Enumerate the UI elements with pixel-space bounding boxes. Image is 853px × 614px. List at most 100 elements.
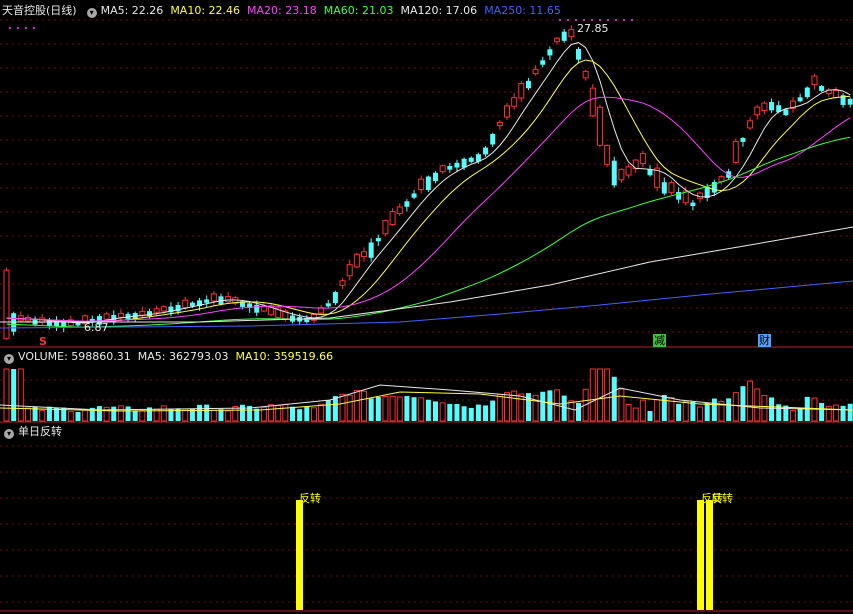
candle-up: [747, 120, 754, 129]
candle-up: [511, 97, 518, 107]
candle-up: [532, 68, 539, 75]
candle-down: [483, 147, 489, 155]
candle-up: [353, 253, 360, 268]
volume-bar-down: [797, 407, 803, 421]
volume-bar-up: [697, 406, 704, 422]
candle-up: [153, 308, 160, 313]
volume-bar-down: [647, 410, 653, 421]
candle-down: [783, 109, 789, 116]
candle-up: [625, 166, 632, 176]
s-marker: S: [39, 335, 47, 348]
candle-down: [447, 166, 453, 170]
volume-bar-up: [268, 404, 275, 422]
candle-up: [568, 29, 575, 38]
candle-up: [639, 152, 646, 165]
candle-down: [819, 85, 825, 91]
candle-down: [332, 292, 338, 304]
candle-up: [596, 106, 603, 146]
volume-label-1: MA5: 362793.03: [137, 350, 229, 363]
candle-up: [225, 296, 232, 303]
volume-bar-down: [704, 402, 710, 421]
volume-bar-up: [625, 404, 632, 422]
volume-bar-down: [847, 403, 853, 421]
volume-bar-down: [461, 406, 467, 421]
volume-bar-down: [711, 398, 717, 421]
candle-up: [668, 182, 675, 193]
signal-dot: [615, 19, 617, 21]
ma-label-3: MA60: 21.03: [323, 4, 394, 17]
volume-bar-down: [111, 406, 117, 421]
candle-down: [561, 31, 567, 41]
volume-bar-up: [361, 390, 367, 422]
signal-bar-0: [296, 500, 303, 610]
candle-down: [525, 80, 531, 89]
candle-up: [589, 87, 596, 117]
candle-up: [496, 121, 503, 127]
candle-up: [210, 293, 217, 302]
candle-down: [547, 49, 553, 56]
signal-bar-1: [697, 500, 704, 610]
candle-down: [254, 304, 260, 313]
high-price-label: 27.85: [577, 22, 609, 35]
volume-label-2: MA10: 359519.66: [235, 350, 334, 363]
candle-up: [518, 83, 525, 99]
ma-label-2: MA20: 23.18: [247, 4, 317, 17]
volume-settings-icon[interactable]: ▾: [4, 354, 14, 364]
candle-up: [811, 75, 818, 86]
volume-bar-down: [454, 404, 460, 421]
volume-bar-up: [160, 405, 167, 422]
volume-bar-down: [425, 399, 431, 421]
volume-bar-up: [339, 393, 346, 422]
volume-bar-down: [304, 406, 310, 421]
volume-bar-down: [540, 391, 546, 421]
volume-bar-down: [475, 404, 481, 421]
candle-up: [418, 178, 425, 191]
volume-bar-down: [611, 376, 617, 421]
volume-bar-up: [654, 399, 661, 422]
ma-label-0: MA5: 22.26: [100, 4, 164, 17]
volume-bar-down: [325, 400, 331, 421]
signal-dot: [583, 19, 585, 21]
ma-label-4: MA120: 17.06: [400, 4, 478, 17]
price-panel-header: 天音控股(日线) ▾ MA5: 22.26 MA10: 22.46 MA20: 23.1…: [0, 3, 568, 19]
candle-up: [832, 89, 839, 98]
volume-bar-down: [290, 406, 295, 421]
cai-marker[interactable]: 财: [758, 334, 771, 347]
volume-bar-down: [490, 400, 496, 421]
indicator-title[interactable]: 单日反转: [18, 425, 62, 438]
candle-down: [769, 102, 775, 111]
candle-up: [504, 105, 510, 118]
candle-up: [618, 168, 625, 181]
candle-up: [117, 312, 124, 318]
volume-bar-up: [632, 407, 639, 422]
volume-bar-down: [197, 404, 203, 421]
volume-bar-up: [82, 409, 89, 422]
candle-up: [182, 299, 189, 309]
volume-bar-down: [447, 403, 453, 421]
volume-bar-up: [732, 392, 739, 422]
ma60-line: [6, 136, 851, 328]
candle-down: [661, 182, 667, 194]
signal-dot: [623, 19, 625, 21]
volume-bar-down: [676, 403, 682, 421]
stock-chart-canvas[interactable]: [0, 0, 853, 614]
volume-bar-up: [439, 402, 446, 422]
volume-bar-down: [483, 405, 489, 421]
volume-bar-up: [518, 393, 525, 422]
jian-marker[interactable]: 减: [653, 334, 666, 347]
candle-down: [804, 87, 810, 98]
volume-bar-down: [239, 404, 245, 421]
ma-label-1: MA10: 22.46: [170, 4, 241, 17]
volume-bar-up: [396, 396, 403, 422]
volume-label-0: VOLUME: 598860.31: [18, 350, 131, 363]
settings-toggle-icon[interactable]: ▾: [86, 8, 97, 18]
indicator-settings-icon[interactable]: ▾: [4, 429, 14, 439]
stock-title[interactable]: 天音控股(日线): [2, 4, 77, 17]
volume-bar-up: [67, 411, 74, 422]
volume-bar-down: [769, 397, 775, 421]
signal-dot: [567, 19, 569, 21]
candle-up: [382, 220, 389, 235]
candle-down: [368, 242, 374, 258]
volume-bar-up: [496, 394, 503, 422]
candle-up: [160, 306, 167, 312]
